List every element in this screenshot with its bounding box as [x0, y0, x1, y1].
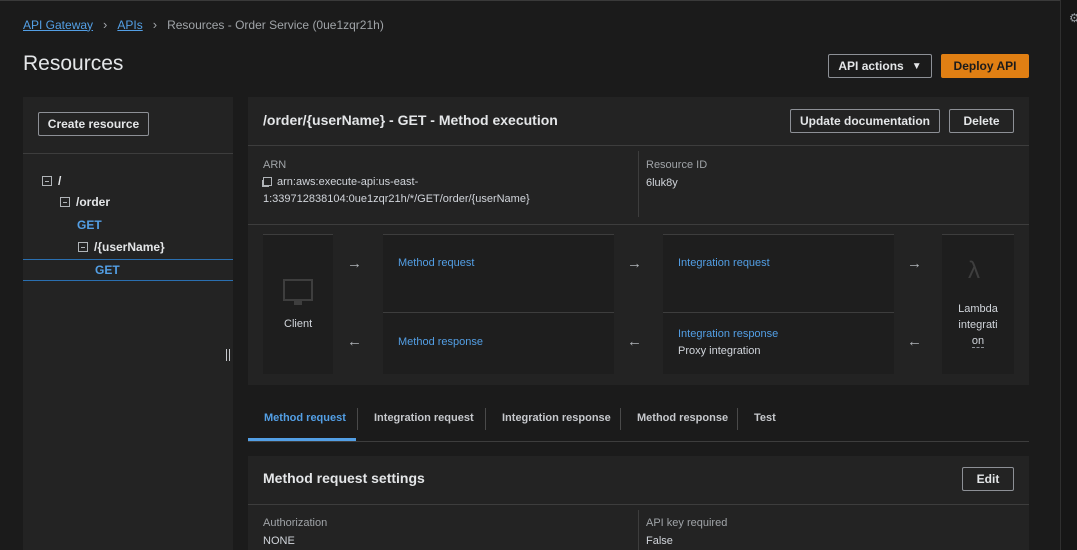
client-monitor-icon — [283, 279, 313, 305]
proxy-integration-label: Proxy integration — [678, 345, 761, 357]
selected-row-highlight — [23, 259, 233, 281]
tab-integration-response[interactable]: Integration response — [502, 412, 611, 424]
tab-divider — [620, 408, 621, 430]
divider — [638, 510, 639, 550]
tree-label-username: /{userName} — [94, 240, 165, 254]
breadcrumb-apis-link[interactable]: APIs — [117, 18, 142, 32]
method-request-box[interactable]: Method request — [383, 234, 614, 312]
resource-id-label: Resource ID — [646, 159, 708, 171]
tab-method-request[interactable]: Method request — [264, 412, 346, 424]
method-response-box[interactable]: Method response — [383, 312, 614, 374]
arrow-right-icon: → — [627, 255, 642, 272]
panel-divider — [23, 153, 233, 154]
method-tabs: Method request Integration request Integ… — [248, 398, 1029, 442]
integration-response-box[interactable]: Integration response Proxy integration — [663, 312, 894, 374]
caret-down-icon: ▼ — [911, 60, 922, 72]
tree-label-root: / — [58, 174, 62, 188]
right-gutter — [1060, 0, 1077, 550]
method-execution-panel: /order/{userName} - GET - Method executi… — [248, 97, 1029, 385]
divider — [248, 504, 1029, 505]
arn-label: ARN — [263, 159, 287, 171]
collapse-icon[interactable] — [78, 242, 88, 252]
chevron-right-icon: › — [152, 17, 158, 32]
arrow-right-icon: → — [907, 255, 922, 272]
method-request-link[interactable]: Method request — [398, 257, 474, 269]
top-border — [0, 0, 1060, 1]
divider — [638, 151, 639, 217]
arrow-left-icon: ← — [347, 333, 362, 350]
resource-tree-panel: Create resource / /order GET /{userName}… — [23, 97, 233, 550]
collapse-icon[interactable] — [42, 176, 52, 186]
tree-item-username-get[interactable]: GET — [95, 263, 120, 277]
tab-divider — [485, 408, 486, 430]
lambda-integration-box[interactable]: λ Lambda integrati on — [942, 234, 1014, 374]
lambda-line-1: Lambda — [958, 303, 998, 315]
deploy-api-button[interactable]: Deploy API — [941, 54, 1029, 78]
tab-method-response[interactable]: Method response — [637, 412, 728, 424]
edit-button[interactable]: Edit — [962, 467, 1014, 491]
method-execution-title: /order/{userName} - GET - Method executi… — [263, 112, 558, 128]
arn-value: arn:aws:execute-api:us-east- 1:339712838… — [263, 174, 633, 208]
page-title: Resources — [23, 52, 124, 75]
tab-divider — [737, 408, 738, 430]
authorization-label: Authorization — [263, 517, 328, 529]
arrow-left-icon: ← — [627, 333, 642, 350]
settings-title: Method request settings — [263, 470, 425, 486]
integration-response-link[interactable]: Integration response — [678, 328, 778, 340]
lambda-line-3: on — [971, 335, 985, 348]
panel-resize-handle[interactable] — [226, 349, 230, 361]
create-resource-button[interactable]: Create resource — [38, 112, 149, 136]
api-key-required-label: API key required — [646, 517, 728, 529]
client-label: Client — [284, 318, 313, 330]
tree-item-order[interactable]: /order — [60, 195, 110, 209]
api-actions-button[interactable]: API actions ▼ — [828, 54, 932, 78]
api-key-required-value: False — [646, 535, 673, 547]
active-tab-indicator — [248, 438, 356, 441]
tree-item-root[interactable]: / — [42, 174, 61, 188]
lambda-integration-label[interactable]: Lambda integrati on — [942, 301, 1014, 349]
arn-line-1: arn:aws:execute-api:us-east- — [277, 176, 419, 188]
client-box: Client — [263, 234, 333, 374]
tree-item-username[interactable]: /{userName} — [78, 240, 165, 254]
tab-integration-request[interactable]: Integration request — [374, 412, 474, 424]
authorization-value: NONE — [263, 535, 295, 547]
tree-item-order-get[interactable]: GET — [77, 218, 102, 232]
integration-request-box[interactable]: Integration request — [663, 234, 894, 312]
lambda-line-2: integrati — [958, 319, 998, 331]
settings-gear-icon[interactable]: ⚙ — [1069, 11, 1077, 25]
api-actions-label: API actions — [838, 59, 904, 73]
breadcrumb: API Gateway › APIs › Resources - Order S… — [23, 17, 384, 32]
arn-line-2: 1:339712838104:0ue1zqr21h/*/GET/order/{u… — [263, 193, 530, 205]
method-request-settings-panel: Method request settings Edit Authorizati… — [248, 456, 1029, 550]
chevron-right-icon: › — [103, 17, 108, 32]
lambda-icon: λ — [968, 257, 980, 284]
collapse-icon[interactable] — [60, 197, 70, 207]
delete-button[interactable]: Delete — [949, 109, 1014, 133]
method-response-link[interactable]: Method response — [398, 336, 483, 348]
breadcrumb-api-gateway-link[interactable]: API Gateway — [23, 18, 93, 32]
breadcrumb-current: Resources - Order Service (0ue1zqr21h) — [167, 17, 384, 32]
tab-divider — [357, 408, 358, 430]
tree-label-order: /order — [76, 195, 111, 209]
resource-id-value: 6luk8y — [646, 177, 678, 189]
divider — [248, 224, 1029, 225]
tab-test[interactable]: Test — [754, 412, 776, 424]
copy-icon[interactable] — [263, 177, 272, 186]
arrow-left-icon: ← — [907, 333, 922, 350]
divider — [248, 145, 1029, 146]
update-documentation-button[interactable]: Update documentation — [790, 109, 940, 133]
arrow-right-icon: → — [347, 255, 362, 272]
integration-request-link[interactable]: Integration request — [678, 257, 770, 269]
